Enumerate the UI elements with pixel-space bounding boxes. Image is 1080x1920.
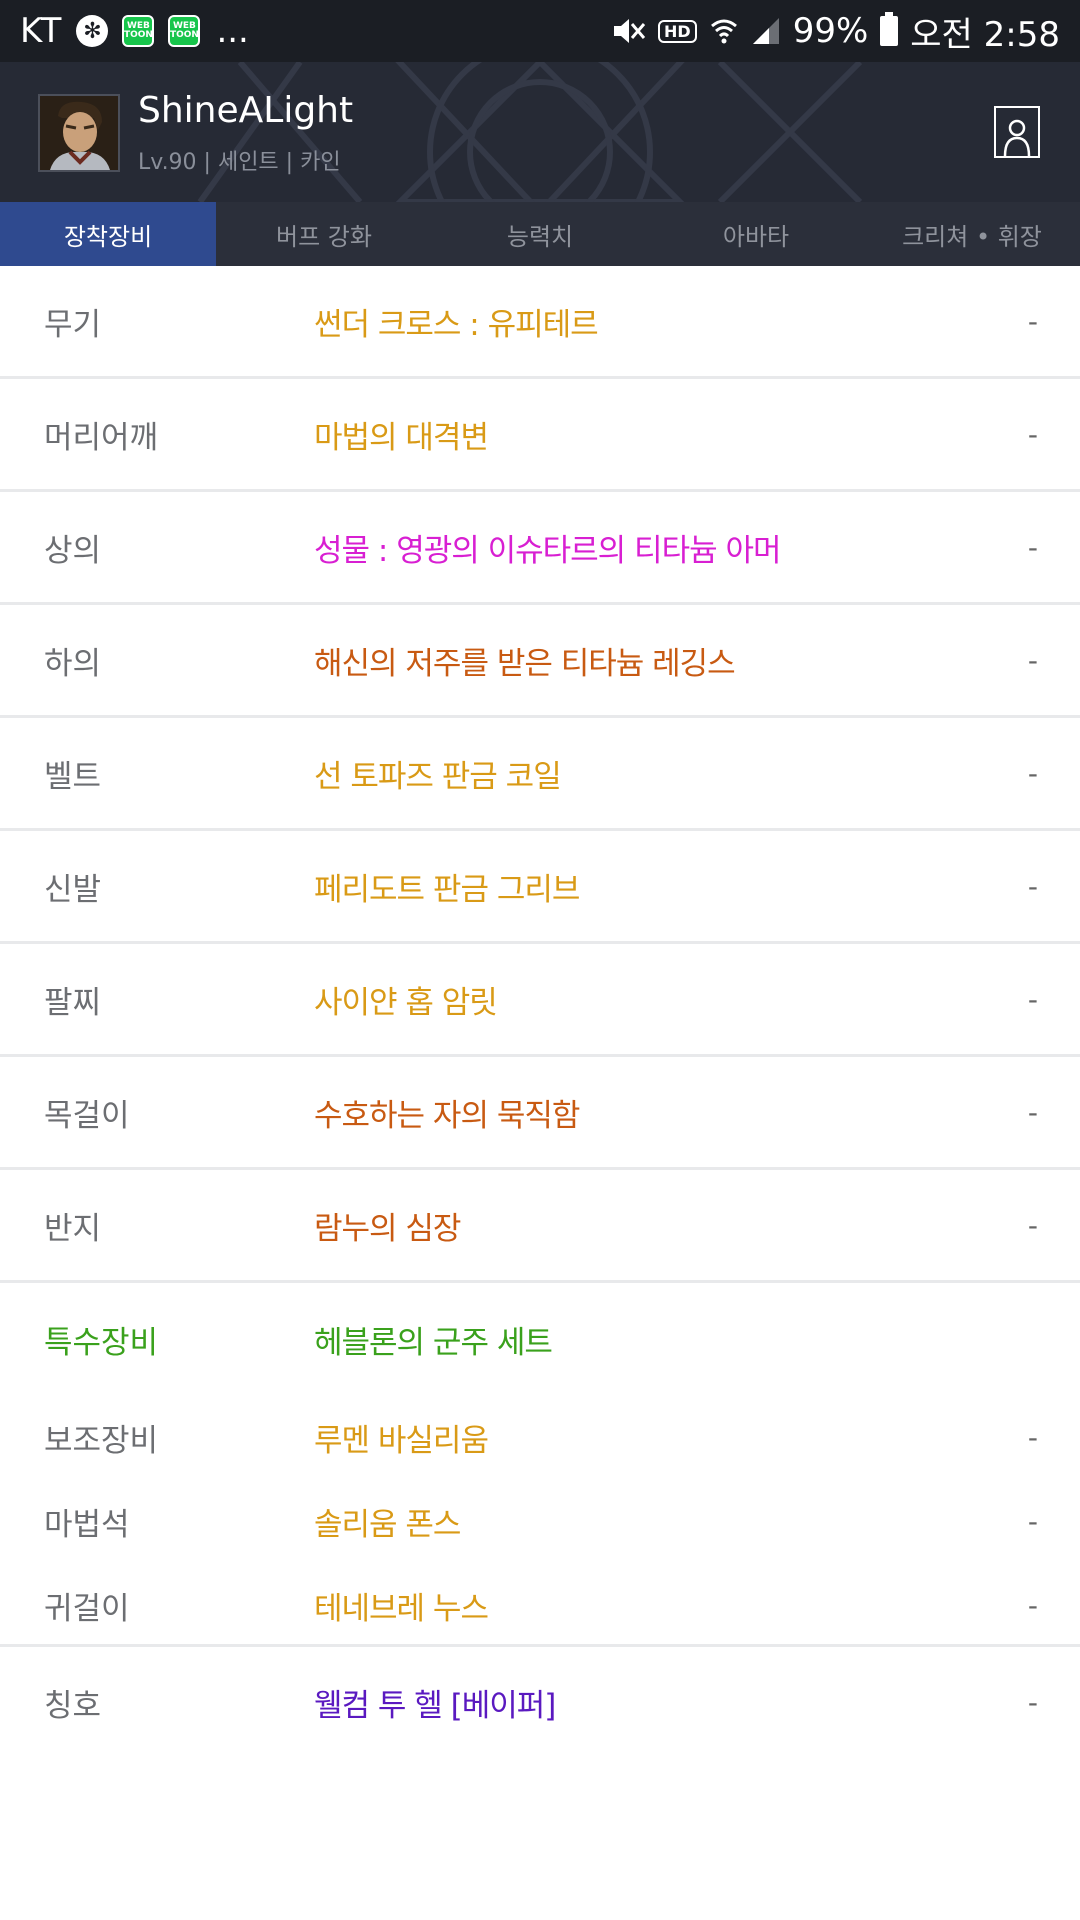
slot-label: 벨트 (44, 758, 102, 795)
slot-label: 보조장비 (44, 1422, 159, 1459)
item-value: - (1027, 1420, 1038, 1454)
item-name: 수호하는 자의 묵직함 (314, 1097, 580, 1134)
item-name: 성물 : 영광의 이슈타르의 티타늄 아머 (314, 532, 782, 569)
item-name: 해신의 저주를 받은 티타늄 레깅스 (314, 645, 736, 682)
equipment-row-necklace[interactable]: 목걸이 수호하는 자의 묵직함 - (0, 1057, 1080, 1170)
item-value: - (1027, 417, 1038, 451)
clock: 오전 2:58 (910, 14, 1060, 55)
item-name: 루멘 바실리움 (314, 1422, 489, 1459)
tab-buff-enhance[interactable]: 버프 강화 (216, 202, 432, 266)
item-value: - (1027, 1095, 1038, 1129)
item-value: - (1027, 982, 1038, 1016)
equipment-row-shoes[interactable]: 신발 페리도트 판금 그리브 - (0, 831, 1080, 944)
equipment-row-top[interactable]: 상의 성물 : 영광의 이슈타르의 티타늄 아머 - (0, 492, 1080, 605)
tab-stats[interactable]: 능력치 (432, 202, 648, 266)
slot-label: 무기 (44, 306, 102, 343)
item-name: 람누의 심장 (314, 1210, 461, 1247)
item-name: 사이얀 홉 암릿 (314, 984, 498, 1021)
equipment-row-weapon[interactable]: 무기 썬더 크로스 : 유피테르 - (0, 266, 1080, 379)
header-emblem-background (197, 62, 863, 202)
hd-icon: HD (658, 19, 697, 43)
battery-icon (880, 12, 899, 46)
item-value: - (1027, 530, 1038, 564)
item-name: 테네브레 누스 (314, 1590, 489, 1627)
slot-label: 하의 (44, 645, 102, 682)
equipment-row-head-shoulder[interactable]: 머리어깨 마법의 대격변 - (0, 379, 1080, 492)
tab-creature-emblem[interactable]: 크리쳐 • 휘장 (864, 202, 1080, 266)
item-name: 마법의 대격변 (314, 419, 489, 456)
special-equipment-block: 특수장비 헤블론의 군주 세트 보조장비 루멘 바실리움 - 마법석 솔리움 폰… (0, 1283, 1080, 1647)
slot-label: 귀걸이 (44, 1590, 130, 1627)
item-value: - (1027, 643, 1038, 677)
item-value: - (1027, 1685, 1038, 1719)
set-name: 헤블론의 군주 세트 (314, 1324, 553, 1361)
item-value: - (1027, 756, 1038, 790)
equipment-row-earring[interactable]: 귀걸이 테네브레 누스 - (0, 1563, 1080, 1647)
slot-label: 상의 (44, 532, 102, 569)
item-value: - (1027, 304, 1038, 338)
equipment-row-bottom[interactable]: 하의 해신의 저주를 받은 티타늄 레깅스 - (0, 605, 1080, 718)
item-value: - (1027, 1588, 1038, 1622)
special-slot-label: 특수장비 (44, 1324, 159, 1361)
item-name: 솔리움 폰스 (314, 1506, 461, 1543)
character-portrait (40, 96, 118, 170)
carrier-label: KT (20, 11, 63, 51)
item-value: - (1027, 869, 1038, 903)
person-icon (1003, 119, 1031, 156)
slot-label: 칭호 (44, 1687, 102, 1724)
battery-percent: 99% (792, 11, 869, 51)
equipment-row-title[interactable]: 칭호 웰컴 투 헬 [베이퍼] - (0, 1647, 1080, 1757)
slot-label: 머리어깨 (44, 419, 159, 456)
slot-label: 반지 (44, 1210, 102, 1247)
equipment-row-belt[interactable]: 벨트 선 토파즈 판금 코일 - (0, 718, 1080, 831)
webtoon-icon: WEB TOON (122, 15, 155, 47)
equipment-row-subweapon[interactable]: 보조장비 루멘 바실리움 - (0, 1395, 1080, 1479)
item-name: 웰컴 투 헬 [베이퍼] (314, 1687, 556, 1724)
item-name: 페리도트 판금 그리브 (314, 871, 580, 908)
tab-avatar[interactable]: 아바타 (648, 202, 864, 266)
slot-label: 팔찌 (44, 984, 102, 1021)
webtoon-icon: WEB TOON (168, 15, 201, 47)
equipment-row-magic-stone[interactable]: 마법석 솔리움 폰스 - (0, 1479, 1080, 1563)
special-equipment-set-row[interactable]: 특수장비 헤블론의 군주 세트 (0, 1283, 1080, 1395)
mute-icon (614, 19, 646, 43)
character-name: ShineALight (138, 90, 354, 131)
character-meta: Lv.90 | 세인트 | 카인 (138, 150, 341, 175)
gear-icon: ✻ (76, 15, 109, 47)
item-value: - (1027, 1208, 1038, 1242)
item-value: - (1027, 1504, 1038, 1538)
slot-label: 목걸이 (44, 1097, 130, 1134)
slot-label: 신발 (44, 871, 102, 908)
wifi-icon (710, 19, 737, 44)
tab-equipment[interactable]: 장착장비 (0, 202, 216, 266)
profile-button[interactable] (994, 106, 1040, 158)
avatar[interactable] (38, 94, 120, 172)
tab-bar: 장착장비 버프 강화 능력치 아바타 크리쳐 • 휘장 (0, 202, 1080, 266)
more-notifications-icon: ... (216, 11, 249, 51)
slot-label: 마법석 (44, 1506, 130, 1543)
equipment-list: 무기 썬더 크로스 : 유피테르 - 머리어깨 마법의 대격변 - 상의 성물 … (0, 266, 1080, 1283)
character-header: ShineALight Lv.90 | 세인트 | 카인 (0, 62, 1080, 202)
status-bar: KT ✻ WEB TOON WEB TOON ... HD 99% 오전 2:5… (0, 0, 1080, 62)
equipment-row-ring[interactable]: 반지 람누의 심장 - (0, 1170, 1080, 1283)
item-name: 썬더 크로스 : 유피테르 (314, 306, 599, 343)
equipment-row-bracelet[interactable]: 팔찌 사이얀 홉 암릿 - (0, 944, 1080, 1057)
item-name: 선 토파즈 판금 코일 (314, 758, 562, 795)
signal-icon (752, 18, 779, 44)
